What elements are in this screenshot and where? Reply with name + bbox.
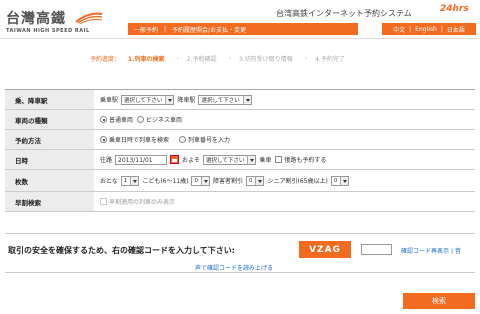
language-bar: 中文 | English | 日本語 xyxy=(382,23,476,35)
step-search: 1.列車の検索 xyxy=(128,55,165,63)
disabled-label: 障害者割引 xyxy=(212,178,243,185)
stations-label: 乗、降車駅 xyxy=(5,90,94,109)
search-form: 乗、降車駅 乗車駅 選択して下さい 降車駅 選択して下さい 車両の種類 普通車両… xyxy=(5,89,475,212)
logo-text: 台灣高鐵 xyxy=(6,11,66,27)
early-discount-option-label: 早割適用の列車のみ表示 xyxy=(109,199,176,206)
chevron-down-icon xyxy=(242,95,251,104)
alight-station-label: 降車駅 xyxy=(177,97,196,104)
chevron-down-icon xyxy=(255,176,264,185)
row-car-type: 車両の種類 普通車両 ビジネス車両 xyxy=(5,110,475,130)
row-booking-method: 予約方法 乗車日時で列車を検索 列車番号を入力 xyxy=(5,130,475,150)
tickets-label: 枚数 xyxy=(5,170,94,191)
chevron-down-icon xyxy=(200,176,209,185)
system-title: 台湾高鉄インターネット予約システム xyxy=(276,9,412,18)
chevron-down-icon xyxy=(165,95,174,104)
method-train-number-label: 列車番号を入力 xyxy=(188,137,231,144)
car-standard-label: 普通車両 xyxy=(109,117,134,124)
reissue-code-link[interactable]: 確認コード再表示 xyxy=(401,248,449,255)
audio-code-link-start[interactable]: 音 xyxy=(455,248,461,255)
top-nav: 一般予約 | 予約履歴照会/お支払・変更 xyxy=(128,23,358,35)
car-business-label: ビジネス車両 xyxy=(146,117,183,124)
header: 台灣高鐵 TAIWAN HIGH SPEED RAIL 台湾高鉄インターネット予… xyxy=(0,0,480,40)
lang-chinese[interactable]: 中文 xyxy=(391,25,407,34)
child-count-select[interactable]: 0 xyxy=(191,175,210,186)
car-business-radio[interactable] xyxy=(137,116,145,123)
reissue-links: 確認コード再表示 | 音 xyxy=(401,248,461,255)
logo[interactable]: 台灣高鐵 TAIWAN HIGH SPEED RAIL xyxy=(4,6,114,34)
chevron-down-icon xyxy=(340,176,349,185)
logo-subtext: TAIWAN HIGH SPEED RAIL xyxy=(6,28,90,34)
chevron-right-icon: › xyxy=(176,54,179,62)
senior-label: シニア割引(65歳以上) xyxy=(267,178,328,185)
row-stations: 乗、降車駅 乗車駅 選択して下さい 降車駅 選択して下さい xyxy=(5,90,475,110)
outbound-label: 往路 xyxy=(100,157,113,164)
senior-count-select[interactable]: 0 xyxy=(330,175,350,186)
progress-steps: 予約進度： 1.列車の検索 › 2.予約確認 › 3.切符受け取り情報 › 4.… xyxy=(90,52,357,64)
method-datetime-radio[interactable] xyxy=(100,136,107,143)
captcha-input[interactable] xyxy=(361,244,392,255)
early-discount-checkbox[interactable] xyxy=(100,198,107,205)
step-confirm: 2.予約確認 xyxy=(186,55,217,63)
adult-label: おとな xyxy=(100,178,118,185)
return-checkbox[interactable] xyxy=(275,156,283,163)
chevron-right-icon: › xyxy=(304,54,308,62)
lang-japanese[interactable]: 日本語 xyxy=(445,25,467,34)
verification-instruction: 取引の安全を確保するため、右の確認コードを入力して下さい: xyxy=(8,246,235,255)
approx-label: およそ xyxy=(182,157,201,164)
lang-english[interactable]: English xyxy=(413,26,439,33)
early-discount-label: 早割検索 xyxy=(5,192,94,211)
chevron-right-icon: › xyxy=(228,54,232,62)
captcha-image: VZAG xyxy=(299,241,351,258)
search-button[interactable]: 検索 xyxy=(403,293,475,309)
header-divider xyxy=(0,38,480,39)
row-early-discount: 早割検索 早割適用の列車のみ表示 xyxy=(5,192,475,212)
method-datetime-label: 乗車日時で列車を検索 xyxy=(109,137,170,144)
disabled-count-select[interactable]: 0 xyxy=(245,175,265,186)
car-type-label: 車両の種類 xyxy=(5,110,94,129)
alight-station-select[interactable]: 選択して下さい xyxy=(198,94,252,105)
verification-section: 取引の安全を確保するため、右の確認コードを入力して下さい: VZAG 確認コード… xyxy=(5,233,475,273)
booking-method-label: 予約方法 xyxy=(5,130,94,149)
adult-count-select[interactable]: 1 xyxy=(120,175,140,186)
child-label: こども(6～11歳) xyxy=(142,178,189,185)
calendar-icon[interactable] xyxy=(170,155,180,164)
logo-mark-icon xyxy=(75,12,103,24)
nav-general-booking[interactable]: 一般予約 xyxy=(128,25,164,34)
date-input[interactable]: 2013/11/01 xyxy=(115,154,168,165)
return-label: 復路も予約する xyxy=(284,157,327,164)
step-complete: 4.予約完了 xyxy=(315,55,345,63)
board-station-label: 乗車駅 xyxy=(100,97,119,104)
row-date: 日時 往路 2013/11/01 およそ 選択して下さい 乗車 復路も予約する xyxy=(5,150,475,170)
car-standard-radio[interactable] xyxy=(100,116,107,123)
date-label: 日時 xyxy=(5,150,94,169)
hours-badge: 24hrs xyxy=(440,4,469,14)
step-ticket-info: 3.切符受け取り情報 xyxy=(239,55,293,63)
board-station-select[interactable]: 選択して下さい xyxy=(121,94,175,105)
method-train-number-radio[interactable] xyxy=(179,136,187,143)
chevron-down-icon xyxy=(247,155,256,164)
time-select[interactable]: 選択して下さい xyxy=(203,154,257,165)
nav-booking-history[interactable]: 予約履歴照会/お支払・変更 xyxy=(166,25,252,34)
audio-code-link[interactable]: 声で確認コードを読み上げる xyxy=(195,263,273,272)
depart-label: 乗車 xyxy=(259,157,272,164)
chevron-down-icon xyxy=(130,176,139,185)
progress-label: 予約進度： xyxy=(90,55,121,63)
row-tickets: 枚数 おとな 1 こども(6～11歳) 0 障害者割引 0 シニア割引(65歳以… xyxy=(5,170,475,192)
